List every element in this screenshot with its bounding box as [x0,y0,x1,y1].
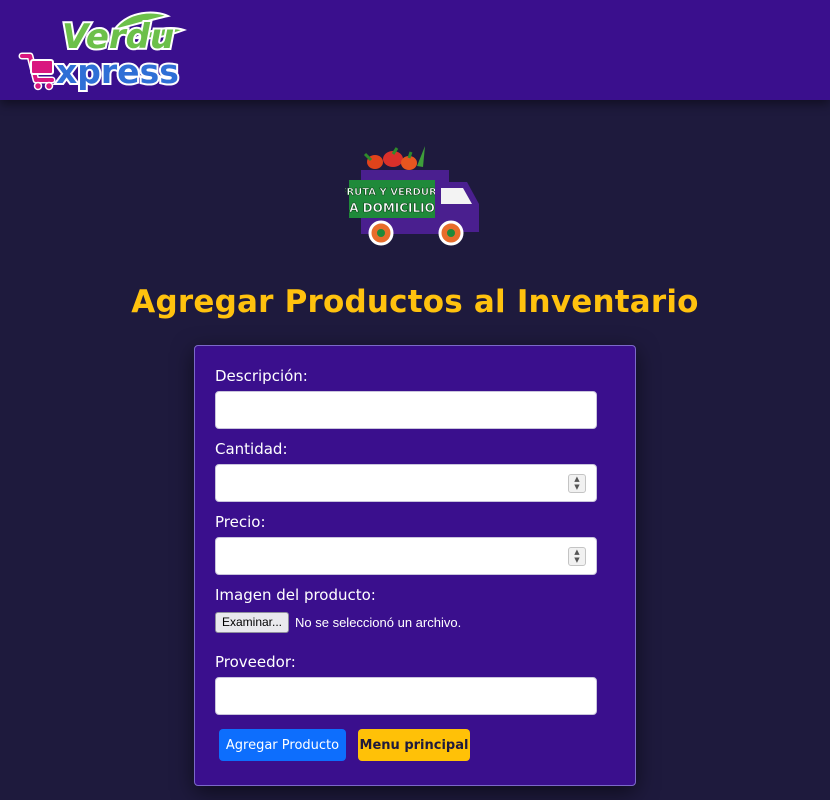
image-file-input[interactable]: Examinar... No se seleccionó un archivo. [215,611,461,633]
quantity-input[interactable]: ▲ ▼ [215,464,597,502]
vegetables-icon [363,146,425,170]
quantity-label: Cantidad: [215,440,288,458]
truck-sign-line2: A DOMICILIO [349,201,435,215]
add-product-form: Descripción: Cantidad: ▲ ▼ Precio: ▲ ▼ Ima… [194,345,636,786]
main-menu-button[interactable]: Menu principal [358,729,470,761]
provider-label: Proveedor: [215,653,296,671]
quantity-stepper[interactable]: ▲ ▼ [568,474,586,493]
logo-text-top: Verdu [62,17,174,57]
file-status-text: No se seleccionó un archivo. [295,614,462,630]
verduxpress-logo[interactable]: Verdu xpress [18,8,200,92]
page-title: Agregar Productos al Inventario [131,284,699,320]
top-navbar: Verdu xpress [0,0,830,100]
description-label: Descripción: [215,367,308,385]
price-label: Precio: [215,513,266,531]
provider-input[interactable] [215,677,597,715]
logo-text-bottom: xpress [56,52,179,91]
price-stepper[interactable]: ▲ ▼ [568,547,586,566]
shopping-cart-icon [18,52,56,91]
price-input[interactable]: ▲ ▼ [215,537,597,575]
description-input[interactable] [215,391,597,429]
add-product-button[interactable]: Agregar Producto [219,729,346,761]
delivery-truck-icon: FRUTA Y VERDURA A DOMICILIO [345,146,479,246]
browse-file-button[interactable]: Examinar... [215,611,289,633]
truck-sign-line1: FRUTA Y VERDURA [345,187,445,198]
image-label: Imagen del producto: [215,586,376,604]
